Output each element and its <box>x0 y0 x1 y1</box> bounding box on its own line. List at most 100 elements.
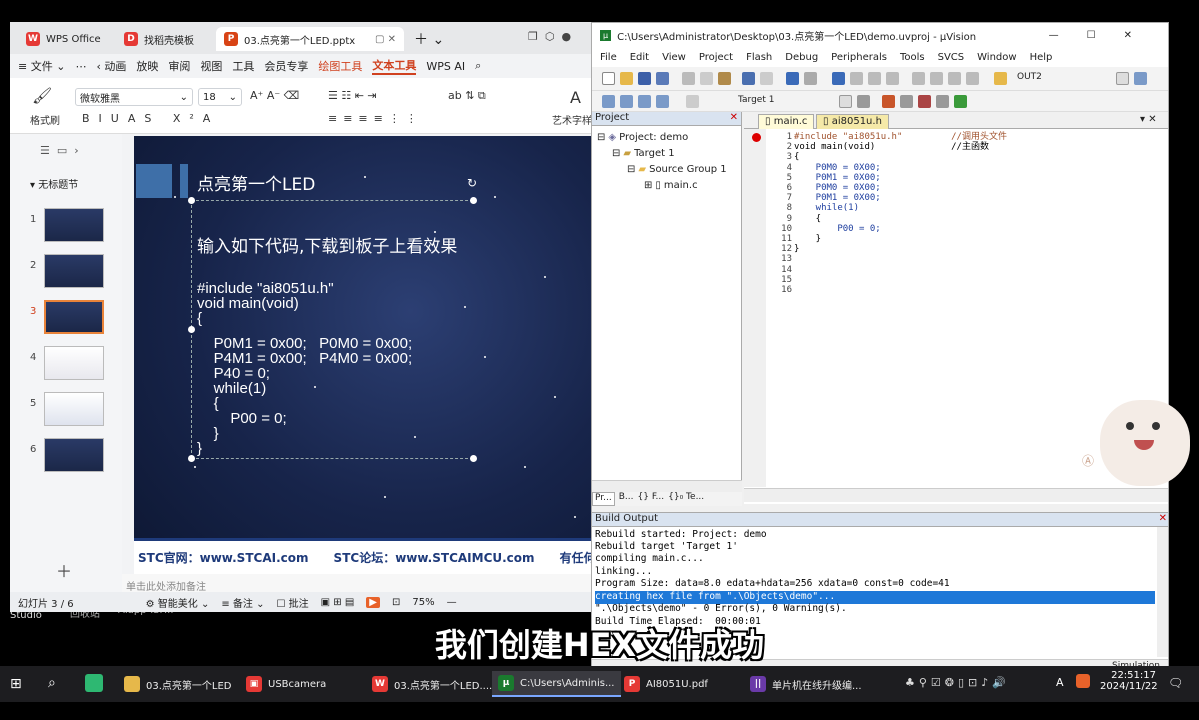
slide-thumb-1[interactable] <box>44 208 104 242</box>
font-grow-icon[interactable]: A⁺ A⁻ ⌫ <box>250 89 299 102</box>
comment-button[interactable]: ☐ 批注 <box>276 595 308 610</box>
menu-help[interactable]: Help <box>1030 52 1053 63</box>
menu-window[interactable]: Window <box>977 52 1016 63</box>
tree-target[interactable]: ⊟ ▰ Target 1 <box>612 148 675 159</box>
task-wps[interactable]: W 03.点亮第一个LED.... <box>366 671 498 697</box>
resize-handle[interactable] <box>188 455 195 462</box>
find-target-text[interactable]: OUT2 <box>1017 72 1042 82</box>
tree-source-group[interactable]: ⊟ ▰ Source Group 1 <box>627 164 727 175</box>
download-icon[interactable] <box>686 95 699 108</box>
copy-icon[interactable] <box>700 72 713 85</box>
menu-animation[interactable]: ‹ 动画 <box>96 58 126 74</box>
components-icon[interactable] <box>918 95 931 108</box>
list-icon[interactable]: ☰ ☷ ⇤ ⇥ <box>328 89 377 102</box>
tray-icons[interactable]: ♣⚲☑❂▯⊡♪🔊 <box>905 676 1010 689</box>
font-style-icon[interactable]: BIUAS X²A <box>82 112 219 125</box>
translate-icon[interactable] <box>602 95 615 108</box>
ime-indicator[interactable]: A <box>1056 676 1064 689</box>
resize-handle[interactable] <box>470 455 477 462</box>
tab-project[interactable]: Pr... <box>592 492 615 506</box>
save-all-icon[interactable] <box>656 72 669 85</box>
notes-button[interactable]: ≡ 备注 ⌄ <box>221 595 264 610</box>
forward-icon[interactable] <box>804 72 817 85</box>
format-painter-button[interactable]: 格式刷 <box>30 112 60 127</box>
save-icon[interactable] <box>638 72 651 85</box>
wechat-icon[interactable] <box>85 674 103 692</box>
dropdown-icon[interactable] <box>1116 72 1129 85</box>
search-icon[interactable]: ⌕ <box>475 59 481 73</box>
task-pdf[interactable]: P AI8051U.pdf <box>618 671 714 697</box>
menu-tools[interactable]: 工具 <box>232 58 254 74</box>
menu-wps-ai[interactable]: WPS AI <box>426 60 465 73</box>
bookmark-clear-icon[interactable] <box>886 72 899 85</box>
slide-thumb-2[interactable] <box>44 254 104 288</box>
notification-icon[interactable]: 🗨 <box>1168 676 1183 690</box>
menu-tools[interactable]: Tools <box>900 52 925 63</box>
menu-edit[interactable]: Edit <box>630 52 649 63</box>
play-icon[interactable]: ▶ <box>366 596 380 608</box>
tree-main-c[interactable]: ⊞ ▯ main.c <box>644 180 698 191</box>
breakpoint-icon[interactable] <box>752 133 761 142</box>
resize-handle[interactable] <box>470 197 477 204</box>
find-in-files-icon[interactable] <box>994 72 1007 85</box>
bookmark-next-icon[interactable] <box>868 72 881 85</box>
text-direction-icon[interactable]: ab ⇅ ⧉ <box>448 89 486 103</box>
books-icon[interactable] <box>900 95 913 108</box>
task-usbcamera[interactable]: ▣ USBcamera <box>240 671 332 697</box>
tab-pptx[interactable]: P 03.点亮第一个LED.pptx ▢ ✕ <box>216 27 404 51</box>
menu-debug[interactable]: Debug <box>785 52 818 63</box>
view-toggle-icon[interactable]: ☰ ▭ › <box>40 144 79 157</box>
window-controls-icon[interactable]: ❐ ⬡ ● <box>528 30 571 43</box>
menu-svcs[interactable]: SVCS <box>938 52 965 63</box>
env-icon[interactable] <box>936 95 949 108</box>
art-text-button[interactable]: 艺术字样 <box>552 112 592 127</box>
dropdown-icon[interactable] <box>839 95 852 108</box>
editor-tab-main-c[interactable]: ▯ main.c <box>758 114 815 129</box>
slide-thumb-6[interactable] <box>44 438 104 472</box>
menu-view[interactable]: 视图 <box>200 58 222 74</box>
smart-beautify-button[interactable]: ⚙ 智能美化 ⌄ <box>146 595 210 610</box>
menu-drawing-tools[interactable]: 绘图工具 <box>318 58 362 74</box>
resize-handle[interactable] <box>188 326 195 333</box>
window-controls-icon[interactable]: —☐✕ <box>1049 30 1160 41</box>
manage-icon[interactable] <box>882 95 895 108</box>
uncomment-icon[interactable] <box>966 72 979 85</box>
tab-wps-office[interactable]: W WPS Office <box>18 27 109 51</box>
slide-thumb-4[interactable] <box>44 346 104 380</box>
windows-start-icon[interactable]: ⊞ <box>10 676 22 692</box>
slide-code-block[interactable]: #include "ai8051u.h" void main(void){ P0M… <box>197 281 412 456</box>
comment-icon[interactable] <box>948 72 961 85</box>
menu-review[interactable]: 审阅 <box>168 58 190 74</box>
tab-templates[interactable]: {}₀ Te... <box>668 492 704 506</box>
task-folder[interactable]: 03.点亮第一个LED <box>118 671 238 697</box>
bookmark-prev-icon[interactable] <box>850 72 863 85</box>
search-icon[interactable]: ⌕ <box>48 675 56 691</box>
menu-more[interactable]: ⋯ <box>75 60 86 73</box>
size-combo[interactable]: 18 ⌄ <box>198 88 242 106</box>
tray-app-icon[interactable] <box>1076 674 1090 688</box>
build-icon[interactable] <box>620 95 633 108</box>
rotate-handle-icon[interactable]: ↻ <box>467 176 477 190</box>
resize-handle[interactable] <box>188 197 195 204</box>
rebuild-icon[interactable] <box>638 95 651 108</box>
pack-icon[interactable] <box>954 95 967 108</box>
undo-icon[interactable] <box>742 72 755 85</box>
unindent-icon[interactable] <box>930 72 943 85</box>
tab-books[interactable]: B... <box>619 492 634 506</box>
menu-view[interactable]: View <box>662 52 686 63</box>
add-slide-icon[interactable]: ＋ <box>56 558 72 582</box>
menu-member[interactable]: 会员专享 <box>264 58 308 74</box>
config-icon[interactable] <box>1134 72 1147 85</box>
clock[interactable]: 22:51:17 2024/11/22 <box>1100 670 1158 692</box>
horizontal-scrollbar[interactable] <box>592 480 742 492</box>
bookmark-icon[interactable] <box>832 72 845 85</box>
art-text-icon[interactable]: A <box>570 88 581 107</box>
close-icon[interactable]: ▢ ✕ <box>375 34 396 45</box>
options-icon[interactable] <box>857 95 870 108</box>
back-icon[interactable] <box>786 72 799 85</box>
view-mode-icons[interactable]: ▣ ⊞ ▤ <box>321 597 355 608</box>
zoom-slider[interactable]: — <box>447 597 457 608</box>
task-isp[interactable]: || 单片机在线升级编... <box>744 671 868 697</box>
new-tab-icon[interactable]: ＋ ⌄ <box>414 29 444 49</box>
notes-area[interactable]: 单击此处添加备注 <box>122 574 595 594</box>
